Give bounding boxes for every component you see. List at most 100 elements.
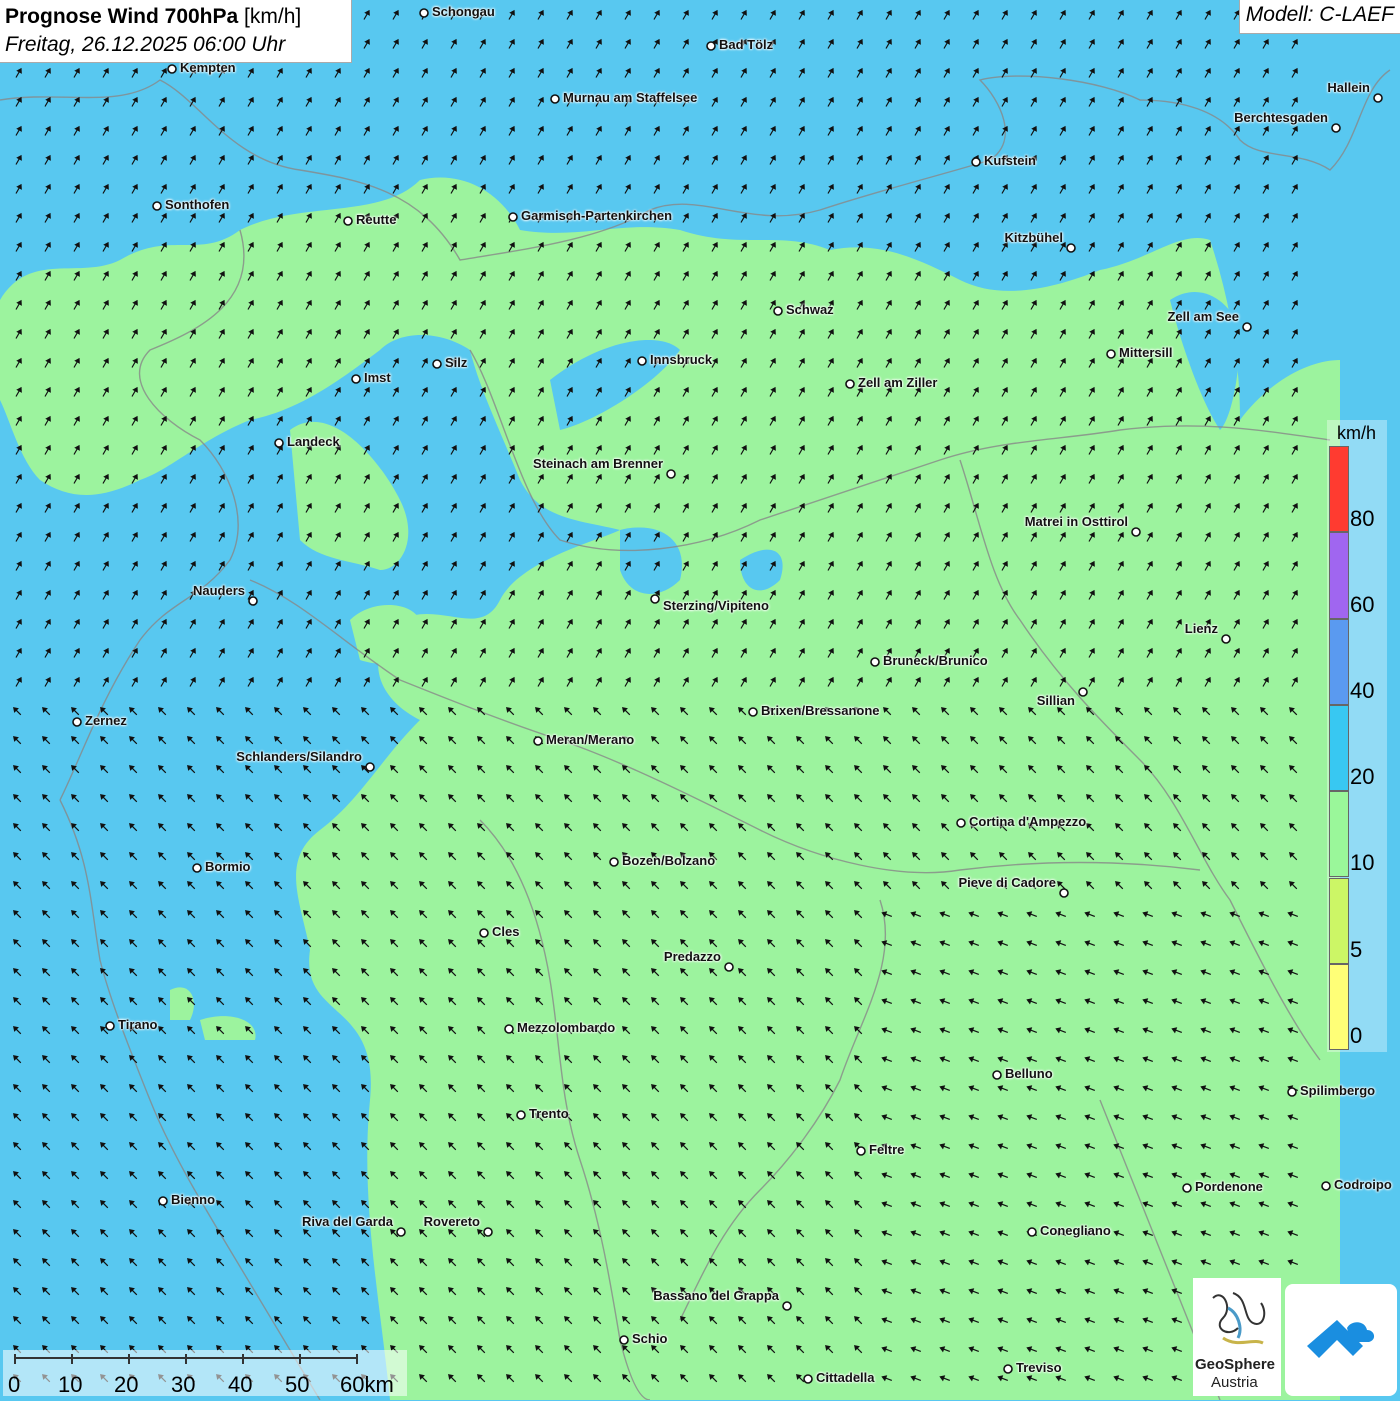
city-label: Sonthofen	[165, 197, 230, 212]
city-marker	[1066, 243, 1076, 253]
legend-color-step	[1329, 963, 1349, 1051]
city-label: Feltre	[869, 1142, 905, 1157]
map-title: Prognose Wind 700hPa [km/h]	[5, 3, 346, 31]
city-label: Trento	[529, 1106, 569, 1121]
city-label: Cittadella	[816, 1370, 875, 1385]
city-label: Innsbruck	[650, 352, 713, 367]
city-marker	[773, 306, 783, 316]
scale-label: 30	[171, 1372, 196, 1397]
city-label: Schwaz	[786, 302, 834, 317]
city-marker	[105, 1021, 115, 1031]
city-label: Garmisch-Partenkirchen	[521, 208, 673, 223]
city-label: Steinach am Brenner	[532, 456, 663, 471]
legend-tick-label: 40	[1350, 678, 1375, 703]
city-label: Landeck	[287, 434, 340, 449]
city-label: Predazzo	[663, 949, 721, 964]
city-label: Schongau	[432, 4, 495, 19]
legend-tick-label: 0	[1350, 1023, 1363, 1048]
city-label: Sterzing/Vipiteno	[663, 598, 769, 613]
geosphere-swirl-icon	[1212, 1292, 1266, 1345]
legend-color-step	[1329, 877, 1349, 964]
city-marker	[550, 94, 560, 104]
city-label: Lienz	[1184, 621, 1218, 636]
city-label: Nauders	[192, 583, 245, 598]
city-label: Bassano del Grappa	[653, 1288, 779, 1303]
city-marker	[971, 157, 981, 167]
city-label: Bruneck/Brunico	[883, 653, 988, 668]
city-label: Bienno	[171, 1192, 216, 1207]
city-label: Pordenone	[1195, 1179, 1263, 1194]
app-logo	[1285, 1284, 1397, 1396]
legend-tick-label: 80	[1350, 506, 1375, 531]
city-marker	[803, 1374, 813, 1384]
scale-label: 50	[285, 1372, 310, 1397]
legend-unit: km/h	[1337, 423, 1377, 443]
city-marker	[1242, 322, 1252, 332]
city-marker	[248, 596, 258, 606]
city-marker	[1331, 123, 1341, 133]
model-label: Modell: C-LAEF	[1238, 0, 1400, 34]
city-marker	[1106, 349, 1116, 359]
city-label: Zernez	[85, 713, 127, 728]
title-unit: [km/h]	[244, 5, 302, 28]
city-marker	[748, 707, 758, 717]
city-label: Bormio	[205, 859, 251, 874]
city-marker	[152, 201, 162, 211]
city-marker	[1221, 634, 1231, 644]
city-marker	[192, 863, 202, 873]
legend-tick-label: 20	[1350, 764, 1375, 789]
city-label: Schio	[632, 1331, 668, 1346]
cloud-mountain-icon	[1307, 1320, 1375, 1358]
city-marker	[533, 736, 543, 746]
city-marker	[343, 216, 353, 226]
scale-label: 20	[114, 1372, 139, 1397]
city-marker	[724, 962, 734, 972]
city-label: Hallein	[1327, 80, 1370, 95]
city-label: Meran/Merano	[546, 732, 635, 747]
scale-label: 10	[58, 1372, 83, 1397]
city-label: Cortina d'Ampezzo	[969, 814, 1087, 829]
legend-color-step	[1329, 532, 1349, 619]
city-label: Zell am See	[1167, 309, 1239, 324]
city-label: Spilimbergo	[1300, 1083, 1376, 1098]
city-label: Brixen/Bressanone	[761, 703, 880, 718]
city-label: Reutte	[356, 212, 397, 227]
city-label: Tirano	[118, 1017, 158, 1032]
city-marker	[1003, 1364, 1013, 1374]
city-label: Zell am Ziller	[858, 375, 938, 390]
city-marker	[1287, 1087, 1297, 1097]
city-marker	[650, 594, 660, 604]
city-marker	[706, 41, 716, 51]
city-label: Riva del Garda	[301, 1214, 393, 1229]
city-marker	[1027, 1227, 1037, 1237]
scale-label: 60km	[340, 1372, 394, 1397]
city-marker	[419, 8, 429, 18]
city-marker	[167, 64, 177, 74]
city-label: Sillian	[1036, 693, 1075, 708]
city-marker	[619, 1335, 629, 1345]
city-marker	[782, 1301, 792, 1311]
city-label: Pieve di Cadore	[958, 875, 1056, 890]
city-marker	[870, 657, 880, 667]
city-label: Silz	[445, 355, 468, 370]
legend-color-step	[1329, 446, 1349, 533]
city-label: Bozen/Bolzano	[622, 853, 716, 868]
city-marker	[516, 1110, 526, 1120]
geosphere-country: Austria	[1211, 1374, 1258, 1391]
city-marker	[158, 1196, 168, 1206]
city-marker	[504, 1024, 514, 1034]
legend-color-step	[1329, 704, 1349, 792]
city-marker	[396, 1227, 406, 1237]
city-label: Treviso	[1016, 1360, 1062, 1375]
city-marker	[365, 762, 375, 772]
city-label: Codroipo	[1334, 1177, 1392, 1192]
legend-tick-label: 60	[1350, 592, 1375, 617]
city-marker	[351, 374, 361, 384]
legend-tick-label: 5	[1350, 937, 1363, 962]
city-marker	[956, 818, 966, 828]
city-marker	[637, 356, 647, 366]
city-label: Kufstein	[984, 153, 1036, 168]
city-label: Cles	[492, 924, 520, 939]
legend-color-step	[1329, 791, 1349, 878]
city-label: Berchtesgaden	[1234, 110, 1328, 125]
